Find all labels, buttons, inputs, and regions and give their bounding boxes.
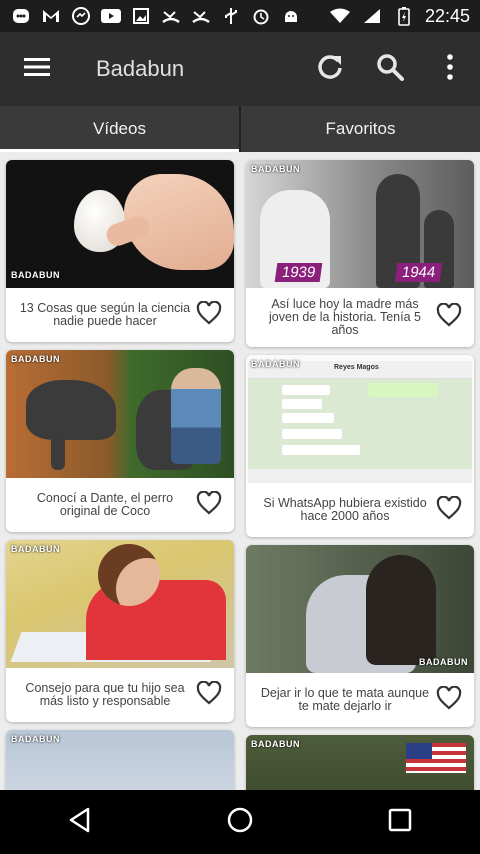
video-card[interactable]: BADABUN Consejo para que tu hijo sea más… (6, 540, 234, 722)
chat-header-title: Reyes Magos (334, 364, 379, 371)
video-thumbnail[interactable]: 1939 1944 BADABUN (246, 160, 474, 288)
refresh-icon (316, 53, 344, 86)
video-card[interactable]: BADABUN (6, 730, 234, 790)
heart-outline-icon (436, 302, 462, 332)
year-badge: 1944 (394, 263, 443, 282)
favorite-button[interactable] (192, 678, 226, 712)
video-thumbnail[interactable]: BADABUN (6, 160, 234, 288)
video-card[interactable]: BADABUN 13 Cosas que según la ciencia na… (6, 160, 234, 342)
gallery-icon (130, 7, 152, 25)
watermark: BADABUN (11, 354, 60, 364)
messenger-icon (10, 7, 32, 25)
watermark: BADABUN (251, 359, 300, 369)
favorite-button[interactable] (192, 488, 226, 522)
recents-button[interactable] (360, 790, 440, 854)
home-button[interactable] (200, 790, 280, 854)
heart-outline-icon (436, 685, 462, 715)
feed-column-right: 1939 1944 BADABUN Así luce hoy la madre … (246, 152, 474, 790)
heart-outline-icon (196, 680, 222, 710)
video-thumbnail[interactable]: BADABUN (6, 350, 234, 478)
heart-outline-icon (196, 300, 222, 330)
video-title: Consejo para que tu hijo sea más listo y… (25, 681, 185, 708)
app-title: Badabun (96, 56, 185, 81)
watermark: BADABUN (11, 734, 60, 744)
watermark: BADABUN (11, 544, 60, 554)
tab-favoritos[interactable]: Favoritos (239, 106, 480, 152)
back-icon (68, 807, 92, 838)
missed-call-icon (190, 7, 212, 25)
search-icon (376, 53, 404, 86)
video-card[interactable]: BADABUN Conocí a Dante, el perro origina… (6, 350, 234, 532)
video-card[interactable]: BADABUN (246, 735, 474, 790)
youtube-icon (100, 7, 122, 25)
video-card[interactable]: Reyes Magos BADABUN Si WhatsApp hubiera … (246, 355, 474, 537)
chat-bubble-icon (70, 7, 92, 25)
favorite-button[interactable] (192, 298, 226, 332)
feed-column-left: BADABUN 13 Cosas que según la ciencia na… (6, 152, 234, 790)
video-thumbnail[interactable]: BADABUN (246, 545, 474, 673)
video-card[interactable]: BADABUN Dejar ir lo que te mata aunque t… (246, 545, 474, 727)
refresh-button[interactable] (300, 32, 360, 106)
tab-bar: Vídeos Favoritos (0, 106, 480, 152)
status-bar: 22:45 (0, 0, 480, 32)
favorite-button[interactable] (432, 683, 466, 717)
menu-icon (24, 57, 50, 82)
signal-icon (361, 7, 383, 25)
favorite-button[interactable] (432, 493, 466, 527)
video-card[interactable]: 1939 1944 BADABUN Así luce hoy la madre … (246, 160, 474, 347)
search-button[interactable] (360, 32, 420, 106)
watermark: BADABUN (251, 739, 300, 749)
overflow-menu-button[interactable] (420, 32, 480, 106)
watermark: BADABUN (251, 164, 300, 174)
battery-charging-icon (393, 7, 415, 26)
heart-outline-icon (436, 495, 462, 525)
missed-call-icon (160, 7, 182, 25)
clock: 22:45 (424, 5, 470, 26)
more-vert-icon (446, 53, 454, 85)
video-title: 13 Cosas que según la ciencia nadie pued… (19, 301, 191, 328)
alarm-icon (250, 7, 272, 25)
video-thumbnail[interactable]: Reyes Magos BADABUN (246, 355, 474, 483)
wifi-icon (329, 7, 351, 25)
home-icon (226, 806, 254, 839)
back-button[interactable] (40, 790, 120, 854)
recents-icon (388, 808, 412, 837)
tab-videos[interactable]: Vídeos (0, 106, 239, 152)
watermark: BADABUN (419, 657, 468, 667)
usb-icon (220, 7, 242, 25)
video-thumbnail[interactable]: BADABUN (6, 540, 234, 668)
video-thumbnail[interactable]: BADABUN (6, 730, 234, 790)
android-icon (280, 7, 302, 25)
video-feed[interactable]: BADABUN 13 Cosas que según la ciencia na… (0, 152, 480, 790)
menu-button[interactable] (0, 32, 74, 106)
favorite-button[interactable] (432, 301, 466, 335)
video-title: Así luce hoy la madre más joven de la hi… (269, 297, 421, 337)
watermark: BADABUN (11, 270, 60, 280)
year-badge: 1939 (274, 263, 323, 282)
navigation-bar (0, 790, 480, 854)
video-title: Conocí a Dante, el perro original de Coc… (36, 491, 174, 518)
video-title: Dejar ir lo que te mata aunque te mate d… (260, 686, 430, 713)
heart-outline-icon (196, 490, 222, 520)
gmail-icon (40, 7, 62, 25)
video-title: Si WhatsApp hubiera existido hace 2000 a… (263, 496, 427, 523)
video-thumbnail[interactable]: BADABUN (246, 735, 474, 790)
app-bar: Badabun (0, 32, 480, 106)
